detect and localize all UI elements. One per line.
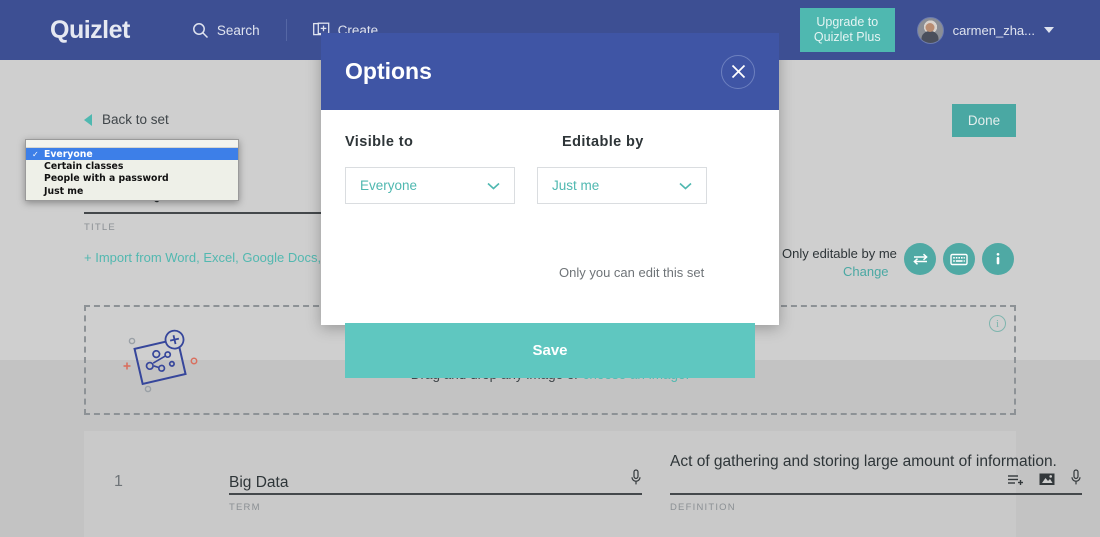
- term-input[interactable]: Big Data: [229, 451, 642, 493]
- user-menu[interactable]: carmen_zha...: [917, 17, 1054, 44]
- toolbar-circle-buttons: [904, 243, 1014, 275]
- definition-column: Act of gathering and storing large amoun…: [670, 451, 1082, 513]
- search-icon: [192, 22, 209, 39]
- term-field-label: TERM: [229, 502, 642, 513]
- header-right-group: Upgrade to Quizlet Plus carmen_zha...: [800, 0, 1100, 60]
- dropdown-option[interactable]: Just me: [26, 185, 238, 197]
- dropdown-option[interactable]: ✓ Everyone: [26, 148, 238, 160]
- term-icon-group: [630, 469, 642, 491]
- triangle-left-icon: [84, 114, 92, 126]
- options-modal: Options Visible to Editable by Everyone …: [321, 33, 779, 325]
- import-link[interactable]: + Import from Word, Excel, Google Docs, …: [84, 250, 346, 265]
- chevron-down-icon: [1044, 27, 1054, 33]
- editable-by-select[interactable]: Just me: [537, 167, 707, 204]
- definition-underline: [670, 493, 1082, 495]
- visible-to-label: Visible to: [345, 134, 562, 150]
- save-button[interactable]: Save: [345, 323, 755, 378]
- close-icon[interactable]: [721, 55, 755, 89]
- dropdown-option[interactable]: Certain classes: [26, 160, 238, 172]
- back-to-set-link[interactable]: Back to set: [84, 112, 169, 127]
- back-to-set-label: Back to set: [102, 112, 169, 127]
- microphone-icon[interactable]: [1070, 469, 1082, 491]
- modal-header: Options: [321, 33, 779, 110]
- visible-to-select[interactable]: Everyone: [345, 167, 515, 204]
- editable-by-helper-text: Only you can edit this set: [559, 265, 704, 280]
- chevron-down-icon: [487, 178, 500, 193]
- info-button[interactable]: [982, 243, 1014, 275]
- keyboard-icon: [950, 253, 968, 266]
- done-button[interactable]: Done: [952, 104, 1016, 137]
- check-icon: ✓: [32, 150, 39, 159]
- quizlet-logo[interactable]: Quizlet: [50, 16, 130, 45]
- term-column: Big Data TERM: [229, 451, 642, 513]
- modal-column-labels: Visible to Editable by: [345, 134, 755, 150]
- avatar: [917, 17, 944, 44]
- modal-select-row: Everyone Just me: [345, 167, 755, 204]
- swap-terms-button[interactable]: [904, 243, 936, 275]
- dropdown-option-label: Just me: [44, 186, 83, 197]
- dropdown-option[interactable]: People with a password: [26, 173, 238, 185]
- microphone-icon[interactable]: [630, 469, 642, 491]
- nav-search-label: Search: [217, 23, 260, 38]
- upgrade-line-1: Upgrade to: [814, 15, 881, 30]
- dropdown-option-label: Certain classes: [44, 161, 123, 172]
- modal-title: Options: [345, 58, 432, 85]
- card-number: 1: [114, 473, 123, 491]
- upgrade-line-2: Quizlet Plus: [814, 30, 881, 45]
- term-underline: [229, 493, 642, 495]
- editable-by-label: Editable by: [562, 134, 644, 150]
- chevron-down-icon: [679, 178, 692, 193]
- editable-by-value: Just me: [552, 178, 599, 193]
- visible-to-value: Everyone: [360, 178, 417, 193]
- dropdown-option-label: Everyone: [44, 149, 93, 160]
- definition-field-label: DEFINITION: [670, 502, 1082, 513]
- dropdown-top-spacer: [26, 140, 238, 148]
- table-row: 1 Big Data TERM Act of gathering and sto…: [84, 431, 1016, 537]
- editable-by-note: Only editable by me: [782, 246, 897, 261]
- nav-search[interactable]: Search: [192, 22, 260, 39]
- definition-icon-group: [1007, 469, 1082, 491]
- username-label: carmen_zha...: [953, 23, 1035, 38]
- info-icon: [989, 250, 1007, 268]
- keyboard-button[interactable]: [943, 243, 975, 275]
- upgrade-button[interactable]: Upgrade to Quizlet Plus: [800, 8, 895, 52]
- dropdown-option-label: People with a password: [44, 173, 169, 184]
- info-icon[interactable]: i: [989, 315, 1006, 332]
- modal-body: Visible to Editable by Everyone Just me …: [321, 110, 779, 325]
- visible-to-dropdown-list[interactable]: ✓ EveryoneCertain classesPeople with a pa…: [25, 139, 239, 201]
- swap-arrows-icon: [912, 252, 929, 266]
- add-image-icon[interactable]: [1039, 472, 1055, 491]
- change-permissions-link[interactable]: Change: [843, 264, 889, 279]
- nav-divider: [286, 19, 287, 41]
- add-definition-icon[interactable]: [1007, 472, 1024, 491]
